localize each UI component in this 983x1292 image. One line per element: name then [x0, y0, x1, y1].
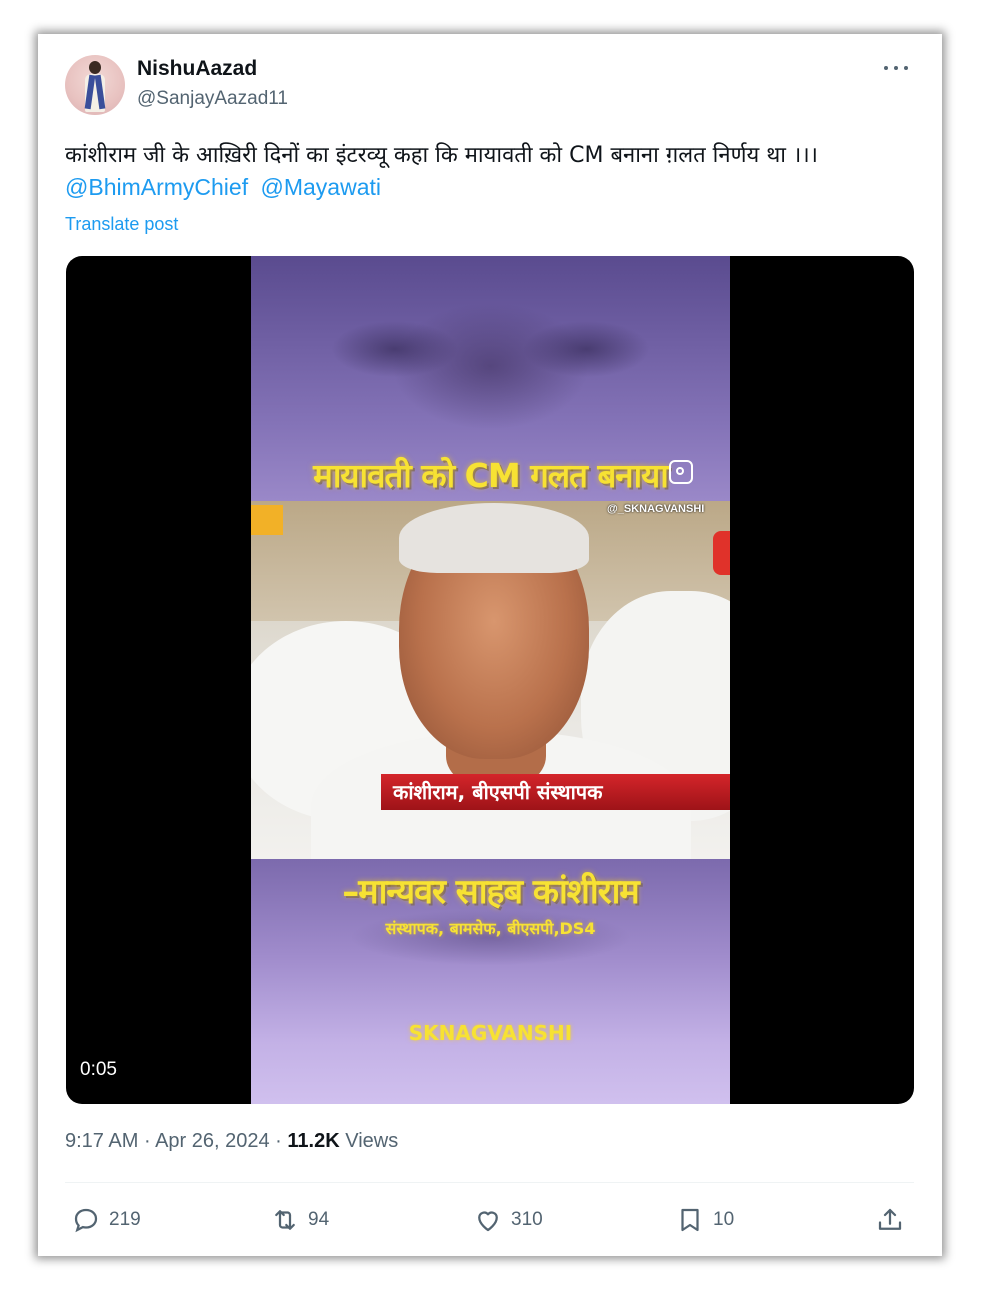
more-dot: [904, 66, 908, 70]
video-news-clip: @_SKNAGVANSHI कांशीराम, बीएसपी संस्थापक: [251, 501, 730, 859]
video-watermark: @_SKNAGVANSHI: [607, 503, 705, 515]
reply-button[interactable]: 219: [71, 1200, 141, 1240]
post-text: कांशीराम जी के आख़िरी दिनों का इंटरव्यू …: [65, 143, 818, 168]
mention-link[interactable]: @BhimArmyChief: [65, 174, 248, 200]
user-name[interactable]: NishuAazad: [137, 57, 257, 81]
reply-icon: [74, 1208, 98, 1233]
action-bar: 219 94 310 10: [65, 1200, 914, 1240]
clip-channel-logo: [713, 531, 730, 575]
avatar-head: [89, 61, 101, 74]
clip-channel-tag: [251, 505, 283, 535]
more-icon[interactable]: [878, 56, 914, 80]
mention-link[interactable]: @Mayawati: [261, 174, 382, 200]
video-player[interactable]: मायावती को CM गलत बनाया @_SKNAGVANSHI का…: [66, 256, 914, 1104]
bookmark-count: 10: [713, 1209, 735, 1230]
like-button[interactable]: 310: [473, 1200, 543, 1240]
like-icon: [478, 1211, 498, 1232]
repost-icon: [275, 1210, 295, 1230]
user-handle[interactable]: @SanjayAazad11: [137, 88, 288, 110]
share-icon: [878, 1208, 902, 1230]
views-label: Views: [345, 1130, 399, 1152]
reply-count: 219: [109, 1209, 141, 1230]
share-button[interactable]: [875, 1200, 913, 1240]
post-date[interactable]: Apr 26, 2024: [155, 1130, 270, 1152]
video-lower-third: कांशीराम, बीएसपी संस्थापक: [381, 774, 730, 810]
bookmark-button[interactable]: 10: [675, 1200, 734, 1240]
like-count: 310: [511, 1209, 543, 1230]
post-card: NishuAazad @SanjayAazad11 कांशीराम जी के…: [38, 34, 942, 1256]
repost-button[interactable]: 94: [270, 1200, 329, 1240]
post-meta: 9:17 AM · Apr 26, 2024 · 11.2K Views: [65, 1130, 398, 1153]
video-bottom-panel: –मान्यवर साहब कांशीराम संस्थापक, बामसेफ,…: [251, 859, 730, 1104]
clip-hair: [399, 503, 589, 573]
video-caption-name: –मान्यवर साहब कांशीराम: [342, 872, 640, 912]
more-dot: [884, 66, 888, 70]
video-caption-signature: SKNAGVANSHI: [408, 1021, 573, 1045]
instagram-icon: [669, 460, 693, 484]
meta-separator: ·: [275, 1130, 282, 1152]
bookmark-icon: [681, 1208, 699, 1232]
video-frame: मायावती को CM गलत बनाया @_SKNAGVANSHI का…: [251, 256, 730, 1104]
views-count: 11.2K: [287, 1130, 340, 1152]
meta-separator: ·: [143, 1130, 151, 1152]
post-mentions: @BhimArmyChief @Mayawati: [65, 174, 387, 201]
repost-count: 94: [308, 1209, 330, 1230]
more-dot: [894, 66, 898, 70]
video-duration: 0:05: [80, 1059, 117, 1080]
avatar[interactable]: [65, 55, 125, 115]
video-caption-subtitle: संस्थापक, बामसेफ, बीएसपी,DS4: [385, 919, 596, 938]
video-caption-top: मायावती को CM गलत बनाया: [313, 456, 669, 495]
divider: [65, 1182, 914, 1183]
translate-post-link[interactable]: Translate post: [65, 214, 178, 235]
post-time[interactable]: 9:17 AM: [65, 1130, 138, 1152]
